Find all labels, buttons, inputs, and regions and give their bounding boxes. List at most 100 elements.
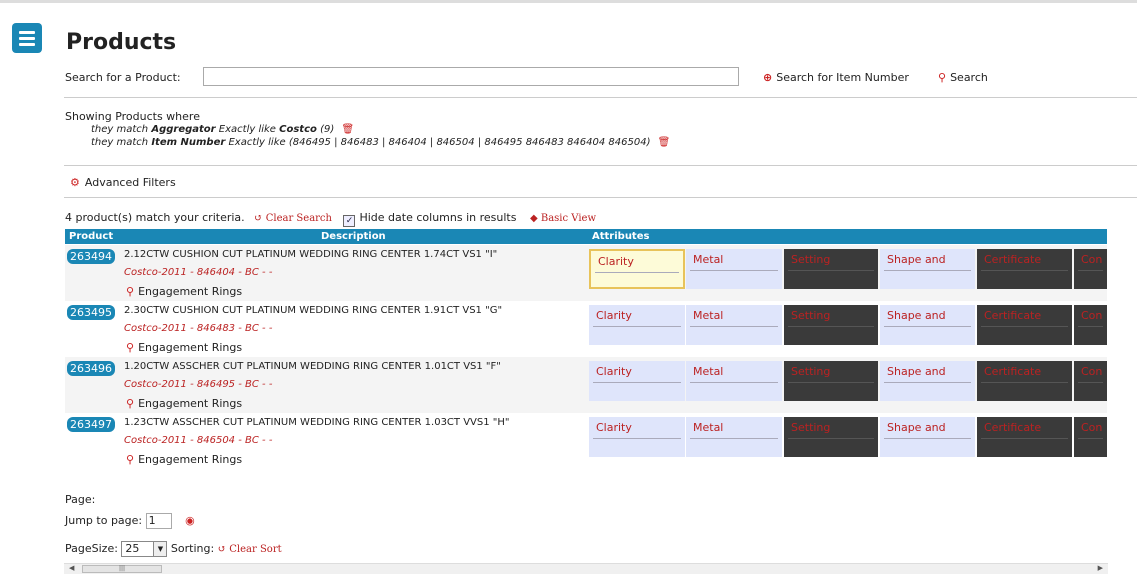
search-input[interactable] [203, 67, 739, 86]
scroll-left-icon[interactable]: ◀ [69, 564, 74, 572]
category-link[interactable]: ⚲ Engagement Rings [126, 453, 242, 466]
page-label: Page: [65, 493, 96, 506]
results-count: 4 product(s) match your criteria. [65, 211, 245, 224]
attribute-label: Con [1081, 421, 1103, 434]
attribute-label: Clarity [596, 365, 632, 378]
eye-icon[interactable]: ◉ [185, 514, 195, 527]
attribute-cell-3[interactable]: Shape and [880, 249, 975, 289]
scrollbar-thumb[interactable]: ||| [82, 565, 162, 573]
attribute-cell-1[interactable]: Metal [686, 361, 782, 401]
attribute-cell-1[interactable]: Metal [686, 305, 782, 345]
product-id-badge[interactable]: 263495 [67, 305, 115, 320]
product-id-badge[interactable]: 263497 [67, 417, 115, 432]
col-product[interactable]: Product [69, 231, 113, 242]
attribute-label: Certificate [984, 253, 1042, 266]
product-description: 2.30CTW CUSHION CUT PLATINUM WEDDING RIN… [124, 305, 503, 316]
divider [64, 165, 1137, 166]
attribute-divider [788, 326, 874, 327]
attribute-cell-3[interactable]: Shape and [880, 361, 975, 401]
attribute-cell-4[interactable]: Certificate [977, 417, 1072, 457]
basic-view-link[interactable]: ◆ Basic View [530, 213, 596, 224]
attribute-divider [981, 438, 1068, 439]
attribute-divider [593, 382, 681, 383]
attribute-cell-5[interactable]: Con [1074, 417, 1107, 457]
hide-dates-label: Hide date columns in results [359, 211, 517, 224]
product-id-badge[interactable]: 263496 [67, 361, 115, 376]
attribute-cell-2[interactable]: Setting [784, 361, 878, 401]
page-title: Products [66, 30, 177, 55]
sorting-label: Sorting: [170, 542, 215, 555]
category-link[interactable]: ⚲ Engagement Rings [126, 341, 242, 354]
filter-value: (846495 | 846483 | 846404 | 846504 | 846… [288, 137, 651, 148]
attribute-cell-0[interactable]: Clarity [589, 361, 685, 401]
attribute-label: Metal [693, 309, 724, 322]
advanced-filters-toggle[interactable]: ⚙ Advanced Filters [70, 176, 176, 189]
page-size-row: PageSize: 25 ▼ Sorting: ↺ Clear Sort [65, 541, 282, 557]
hamburger-icon [19, 31, 35, 34]
attribute-cell-1[interactable]: Metal [686, 249, 782, 289]
col-description[interactable]: Description [321, 231, 386, 242]
search-label: Search for a Product: [65, 71, 181, 84]
attribute-cell-3[interactable]: Shape and [880, 305, 975, 345]
pagesize-select[interactable]: 25 ▼ [121, 541, 168, 557]
category-label: Engagement Rings [138, 285, 243, 298]
attribute-cell-4[interactable]: Certificate [977, 305, 1072, 345]
jump-to-page: Jump to page: 1 ◉ [65, 513, 195, 529]
attribute-cell-4[interactable]: Certificate [977, 361, 1072, 401]
jump-page-input[interactable]: 1 [145, 513, 172, 529]
filter-op: Exactly like [228, 137, 286, 148]
attribute-cell-4[interactable]: Certificate [977, 249, 1072, 289]
attribute-divider [1078, 438, 1103, 439]
category-label: Engagement Rings [138, 341, 243, 354]
clear-search-link[interactable]: ↺ Clear Search [254, 213, 332, 224]
attribute-cell-5[interactable]: Con [1074, 361, 1107, 401]
attribute-divider [884, 438, 971, 439]
attribute-cell-2[interactable]: Setting [784, 305, 878, 345]
product-description: 1.20CTW ASSCHER CUT PLATINUM WEDDING RIN… [124, 361, 501, 372]
hide-dates-checkbox[interactable]: ✓ [343, 215, 356, 227]
attribute-divider [1078, 382, 1103, 383]
table-header: Product Description Attributes [65, 229, 1107, 244]
col-attributes: Attributes [592, 231, 650, 242]
category-link[interactable]: ⚲ Engagement Rings [126, 285, 242, 298]
attribute-cell-0[interactable]: Clarity [589, 249, 685, 289]
clear-sort-link[interactable]: ↺ Clear Sort [218, 544, 282, 555]
search-item-number-label: Search for Item Number [776, 71, 909, 84]
attribute-cell-5[interactable]: Con [1074, 305, 1107, 345]
attribute-label: Shape and [887, 309, 946, 322]
filter-value: Costco [279, 124, 317, 135]
attribute-cell-5[interactable]: Con [1074, 249, 1107, 289]
attribute-divider [788, 438, 874, 439]
attribute-cell-3[interactable]: Shape and [880, 417, 975, 457]
table-row: 263496 1.20CTW ASSCHER CUT PLATINUM WEDDI… [65, 357, 1107, 413]
search-item-number-link[interactable]: ⊕ Search for Item Number [763, 71, 909, 84]
attribute-label: Con [1081, 309, 1103, 322]
horizontal-scrollbar[interactable]: ◀ ||| ▶ [64, 563, 1108, 574]
attribute-cell-1[interactable]: Metal [686, 417, 782, 457]
attribute-cell-2[interactable]: Setting [784, 417, 878, 457]
hamburger-icon-bar [19, 37, 35, 40]
product-id-badge[interactable]: 263494 [67, 249, 115, 264]
trash-icon[interactable]: 🗑 [658, 137, 671, 148]
attribute-label: Certificate [984, 309, 1042, 322]
magnifier-icon: ⚲ [126, 285, 135, 298]
attribute-cell-0[interactable]: Clarity [589, 305, 685, 345]
basic-view-label: Basic View [540, 213, 597, 224]
menu-button[interactable] [12, 23, 42, 53]
scroll-right-icon[interactable]: ▶ [1098, 564, 1103, 572]
filter-prefix: they match [91, 137, 149, 148]
category-link[interactable]: ⚲ Engagement Rings [126, 397, 242, 410]
filter-item: they match Aggregator Exactly like Costc… [65, 123, 670, 136]
hamburger-icon-bar [19, 43, 35, 46]
attribute-cell-0[interactable]: Clarity [589, 417, 685, 457]
filter-field: Aggregator [151, 124, 216, 135]
undo-icon: ↺ [254, 213, 263, 224]
attribute-label: Shape and [887, 421, 946, 434]
attribute-divider [981, 326, 1068, 327]
table-row: 263497 1.23CTW ASSCHER CUT PLATINUM WEDDI… [65, 413, 1107, 469]
attribute-cell-2[interactable]: Setting [784, 249, 878, 289]
filter-op: Exactly like [218, 124, 276, 135]
trash-icon[interactable]: 🗑 [341, 124, 354, 135]
gears-icon: ⚙ [70, 176, 80, 189]
search-link[interactable]: ⚲ Search [938, 71, 988, 84]
